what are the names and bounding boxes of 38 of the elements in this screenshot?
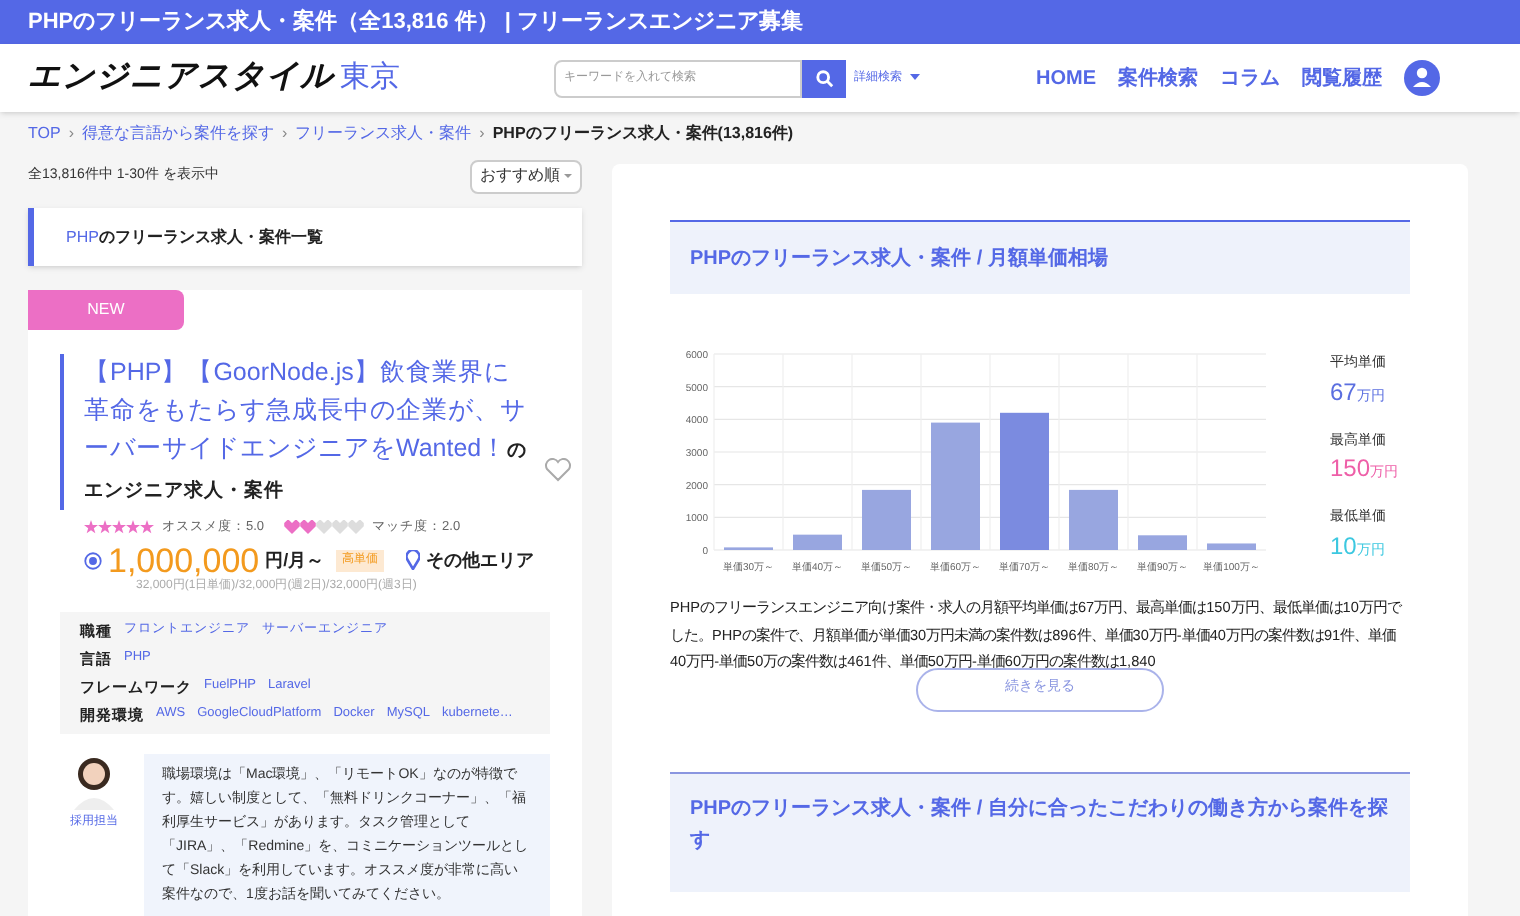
breadcrumb-link[interactable]: 得意な言語から案件を探す <box>81 122 274 146</box>
section-title: PHPのフリーランス求人・案件 / 月額単価相場 <box>690 244 1108 273</box>
section-title: PHPのフリーランス求人・案件 / 自分に合ったこだわりの働き方から案件を探す <box>690 794 1390 855</box>
list-heading: PHPのフリーランス求人・案件一覧 <box>66 225 323 249</box>
location-pin-icon <box>406 550 421 571</box>
breadcrumb-separator: › <box>479 122 485 146</box>
breadcrumb-link[interactable]: TOP <box>28 122 61 146</box>
bar <box>1138 535 1187 550</box>
breadcrumb-separator: › <box>68 122 74 146</box>
nav-link[interactable]: HOME <box>1036 63 1096 93</box>
user-icon[interactable] <box>1404 60 1440 96</box>
coin-icon <box>84 551 102 570</box>
job-title[interactable]: 【PHP】【GoorNode.js】飲食業界に革命をもたらす急成長中の企業が、サーバーサイドエンジニアをWanted！のエンジニア求人・案件 <box>84 354 534 510</box>
bar <box>793 534 842 550</box>
nav-link[interactable]: 閲覧履歴 <box>1302 63 1382 93</box>
salary-amount: 1,000,000 <box>108 543 260 578</box>
sort-dropdown[interactable]: おすすめ順 <box>470 159 582 193</box>
caret-icon <box>910 74 920 82</box>
nav-link[interactable]: コラム <box>1220 63 1280 93</box>
logo-region: 東京 <box>340 57 400 98</box>
bar <box>1000 412 1049 550</box>
work-area: その他エリア <box>426 547 535 574</box>
caret-icon <box>564 172 572 180</box>
recruiter-avatar <box>70 753 118 810</box>
bar <box>1207 543 1256 550</box>
search-icon <box>815 69 833 87</box>
page-title: PHPのフリーランス求人・案件（全13,816 件） | フリーランスエンジニア募集 <box>28 6 804 38</box>
bar <box>931 422 980 550</box>
breadcrumb-current: PHPのフリーランス求人・案件(13,816件) <box>492 122 794 146</box>
breadcrumb-link[interactable]: フリーランス求人・案件 <box>295 122 472 146</box>
bar <box>862 489 911 550</box>
nav-link[interactable]: 案件検索 <box>1118 63 1198 93</box>
new-badge: NEW <box>28 290 184 330</box>
salary-unit: 円/月～ <box>265 547 325 573</box>
site-logo[interactable]: エンジニアスタイル <box>28 54 334 102</box>
bar <box>1069 489 1118 550</box>
breadcrumb-separator: › <box>281 122 288 146</box>
search-button[interactable] <box>802 59 846 97</box>
